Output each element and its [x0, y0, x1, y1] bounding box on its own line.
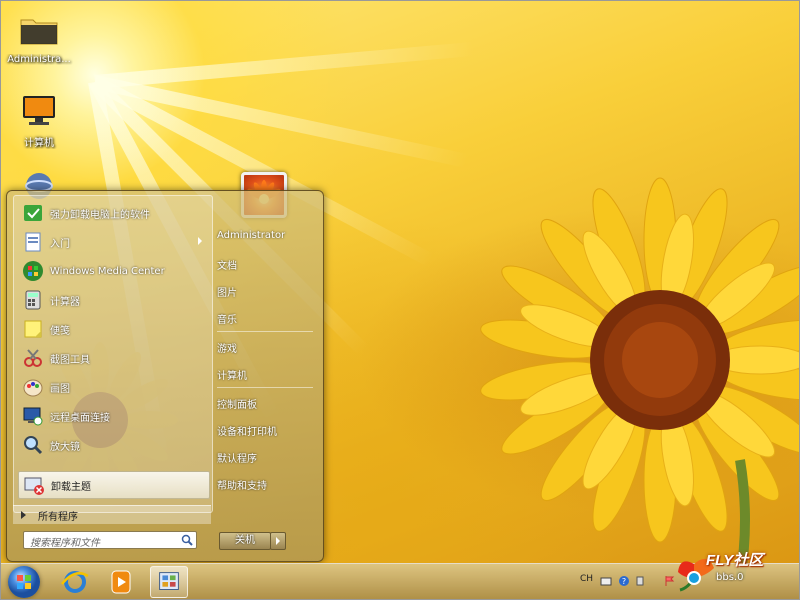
program-label: 远程桌面连接: [50, 412, 110, 424]
internet-explorer-icon: [61, 571, 89, 593]
sticky-notes-icon: [24, 320, 42, 338]
all-programs-button[interactable]: 所有程序: [13, 505, 211, 524]
start-button[interactable]: [8, 566, 40, 598]
taskbar-control-panel[interactable]: [150, 566, 188, 598]
desktop-background: Administra... 计算机 强力卸载电脑上的软件 入门 Windows …: [0, 0, 800, 600]
windows-logo-icon: [17, 575, 31, 589]
chevron-right-icon: [276, 537, 280, 545]
snipping-tool-icon: [24, 349, 42, 367]
language-indicator[interactable]: CH: [580, 574, 593, 584]
getting-started-icon: [25, 232, 41, 252]
shutdown-button[interactable]: 关机: [219, 532, 271, 550]
desktop-icon-administrator[interactable]: Administra...: [4, 14, 74, 65]
places-item-devices-printers[interactable]: 设备和打印机: [217, 423, 277, 438]
start-menu: 强力卸载电脑上的软件 入门 Windows Media Center 计算器 便…: [6, 190, 324, 562]
places-item-help-support[interactable]: 帮助和支持: [217, 477, 267, 492]
media-center-icon: [23, 261, 43, 281]
program-label: 截图工具: [50, 354, 90, 366]
places-item-computer[interactable]: 计算机: [217, 367, 247, 382]
keyboard-icon[interactable]: [600, 575, 612, 587]
places-item-pictures[interactable]: 图片: [217, 284, 237, 299]
svg-text:?: ?: [622, 577, 626, 586]
program-item-sticky-notes[interactable]: 便笺: [18, 316, 208, 342]
calculator-icon: [25, 290, 41, 310]
action-center-flag-icon[interactable]: [664, 575, 676, 587]
help-icon[interactable]: ?: [618, 575, 630, 587]
program-item-calculator[interactable]: 计算器: [18, 287, 208, 313]
folder-icon: [20, 19, 58, 45]
settings-icon[interactable]: [634, 575, 646, 587]
sunflower-image: [480, 177, 800, 580]
program-item-getting-started[interactable]: 入门: [18, 229, 208, 255]
program-label: 计算器: [50, 296, 80, 308]
search-input[interactable]: 搜索程序和文件: [23, 531, 197, 549]
program-item-magnifier[interactable]: 放大镜: [18, 432, 208, 458]
program-label: 卸载主题: [51, 481, 91, 493]
program-label: 画图: [50, 383, 70, 395]
programs-pane: 强力卸载电脑上的软件 入门 Windows Media Center 计算器 便…: [13, 195, 213, 513]
program-label: Windows Media Center: [50, 265, 165, 277]
desktop-icon-label: 计算机: [24, 138, 54, 149]
places-item-default-programs[interactable]: 默认程序: [217, 450, 257, 465]
control-panel-icon: [159, 572, 179, 590]
paint-icon: [23, 379, 43, 397]
shutdown-options-button[interactable]: [270, 532, 286, 550]
program-item-uninstall-theme[interactable]: 卸载主题: [18, 471, 210, 499]
places-item-documents[interactable]: 文档: [217, 257, 237, 272]
media-player-icon: [111, 570, 131, 594]
sun-ray: [94, 41, 475, 89]
places-divider: [217, 387, 313, 388]
program-label: 强力卸载电脑上的软件: [50, 209, 150, 221]
program-item-snipping-tool[interactable]: 截图工具: [18, 345, 208, 371]
search-placeholder: 搜索程序和文件: [30, 538, 100, 549]
uninstall-theme-icon: [24, 477, 44, 495]
taskbar-media-player[interactable]: [102, 566, 140, 598]
magnifier-icon: [24, 436, 43, 455]
all-programs-label: 所有程序: [38, 511, 78, 523]
search-icon[interactable]: [181, 534, 193, 546]
program-label: 放大镜: [50, 441, 80, 453]
places-item-control-panel[interactable]: 控制面板: [217, 396, 257, 411]
remote-desktop-icon: [23, 407, 43, 426]
program-item-media-center[interactable]: Windows Media Center: [18, 258, 208, 284]
program-item-remote-desktop[interactable]: 远程桌面连接: [18, 403, 208, 429]
program-item-paint[interactable]: 画图: [18, 374, 208, 400]
uninstall-icon: [24, 205, 42, 221]
places-divider: [217, 331, 313, 332]
places-item-music[interactable]: 音乐: [217, 311, 237, 326]
all-programs-arrow-icon: [21, 511, 26, 519]
computer-icon: [23, 96, 55, 125]
program-item-uninstall-software[interactable]: 强力卸载电脑上的软件: [18, 200, 208, 226]
fly-brand-text: FLY社区: [706, 552, 764, 569]
program-label: 入门: [50, 238, 70, 250]
places-item-games[interactable]: 游戏: [217, 340, 237, 355]
submenu-arrow-icon: [198, 237, 202, 245]
fly-url-text: bbs.0: [716, 572, 744, 583]
sun-ray: [93, 75, 469, 168]
desktop-icon-computer[interactable]: 计算机: [4, 94, 74, 149]
places-item-user[interactable]: Administrator: [217, 230, 285, 241]
taskbar-internet-explorer[interactable]: [56, 566, 94, 598]
program-label: 便笺: [50, 325, 70, 337]
desktop-icon-label: Administra...: [7, 54, 71, 65]
